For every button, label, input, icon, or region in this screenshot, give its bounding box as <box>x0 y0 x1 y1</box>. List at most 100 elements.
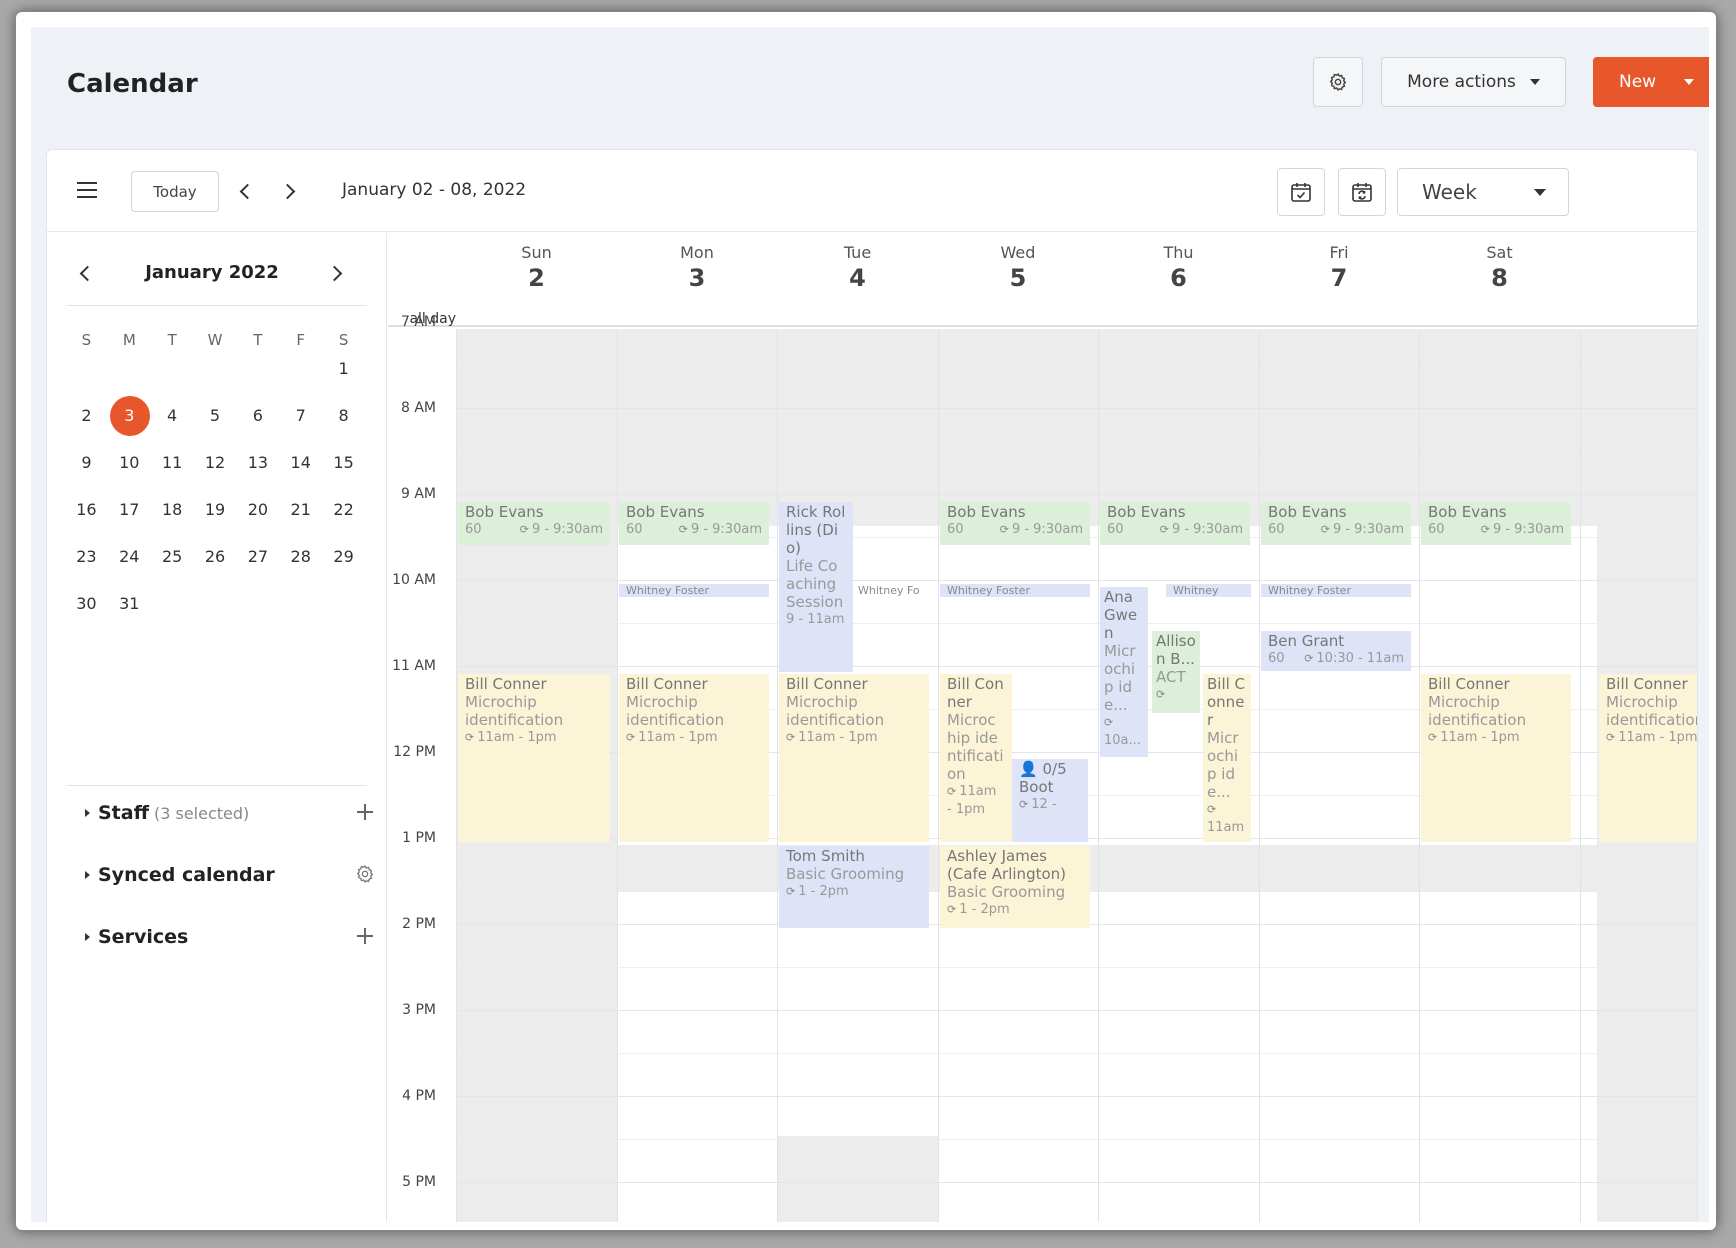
next-week-button[interactable] <box>277 180 297 202</box>
mini-calendar-day[interactable]: 26 <box>194 537 237 577</box>
new-button[interactable]: New <box>1593 57 1709 107</box>
event-bob-evans[interactable]: Bob Evans 60 ⟳ 9 - 9:30am <box>1100 502 1250 545</box>
event-bill-conner[interactable]: Bill Conner Microchip identification ⟳ 11… <box>779 674 929 842</box>
mini-calendar-day[interactable]: 19 <box>194 490 237 530</box>
mini-calendar-day[interactable]: 23 <box>65 537 108 577</box>
event-whitney-foster[interactable]: Whitney Foster <box>1166 584 1251 597</box>
sync-icon: ⟳ <box>1606 731 1616 744</box>
mini-calendar-day[interactable]: 22 <box>322 490 365 530</box>
mini-calendar-day[interactable]: 1 <box>322 349 365 389</box>
event-whitney-foster[interactable]: Whitney Foster <box>619 584 769 597</box>
mini-calendar-day[interactable]: 21 <box>279 490 322 530</box>
calendar-panel: Today January 02 - 08, 2022 Week January… <box>46 149 1698 1222</box>
event-bill-conner[interactable]: Bill Conner Microchip identification ⟳ 11… <box>1421 674 1571 842</box>
event-ana-gwen[interactable]: Ana Gwen Microchip ide... ⟳ 10a... <box>1100 587 1148 757</box>
mini-calendar-day[interactable]: 2 <box>65 396 108 436</box>
mini-calendar-title: January 2022 <box>145 262 279 283</box>
event-ashley-james[interactable]: Ashley James (Cafe Arlington) Basic Groo… <box>940 846 1090 928</box>
mini-calendar-day[interactable]: 7 <box>279 396 322 436</box>
mini-calendar-day[interactable]: 17 <box>108 490 151 530</box>
event-time: 11am - 1pm <box>798 730 878 745</box>
add-service-button[interactable] <box>355 926 375 946</box>
event-bill-conner[interactable]: Bill Conner Microchip identification ⟳ 11… <box>458 674 610 842</box>
event-bob-evans[interactable]: Bob Evans 60 ⟳ 9 - 9:30am <box>1261 502 1411 545</box>
mini-calendar-day[interactable]: 3 <box>108 396 151 436</box>
calendar-sync-button[interactable] <box>1338 168 1386 216</box>
mini-calendar-day[interactable]: 25 <box>151 537 194 577</box>
mini-calendar-day[interactable]: 28 <box>279 537 322 577</box>
event-time: 9 - 9:30am <box>690 522 762 537</box>
day-header[interactable]: Mon 3 <box>609 243 786 292</box>
mini-calendar-day[interactable]: 24 <box>108 537 151 577</box>
grid-line <box>456 623 1697 624</box>
day-header[interactable]: Thu 6 <box>1090 243 1267 292</box>
mini-calendar-day[interactable]: 12 <box>194 443 237 483</box>
today-button[interactable]: Today <box>131 171 219 212</box>
event-ben-grant[interactable]: Ben Grant 60 ⟳ 10:30 - 11am <box>1261 631 1411 671</box>
sync-icon: ⟳ <box>1304 652 1314 665</box>
mini-calendar-day[interactable]: 18 <box>151 490 194 530</box>
event-title: Bill Conner <box>465 675 547 693</box>
mini-calendar-day[interactable]: 20 <box>236 490 279 530</box>
mini-calendar-day[interactable]: 29 <box>322 537 365 577</box>
mini-calendar-day[interactable]: 31 <box>108 584 151 624</box>
day-header[interactable]: Fri 7 <box>1251 243 1428 292</box>
mini-calendar-day[interactable]: 30 <box>65 584 108 624</box>
staff-section[interactable]: Staff (3 selected) <box>85 798 375 828</box>
event-rick-rollins[interactable]: Rick Rollins (Dio) Life Coaching Session… <box>779 502 853 672</box>
day-name: Fri <box>1329 243 1349 262</box>
event-whitney-foster[interactable]: Whitney Fo <box>851 584 931 597</box>
event-bill-conner[interactable]: Bill Conner Microchip ide... ⟳ 11am ... <box>1203 674 1251 842</box>
menu-icon[interactable] <box>77 182 97 198</box>
event-bill-conner[interactable]: Bill Conner Microchip identification ⟳ 11… <box>940 674 1012 842</box>
mini-calendar-day[interactable]: 27 <box>236 537 279 577</box>
event-time: 9 - 11am <box>786 612 845 627</box>
event-bob-evans[interactable]: Bob Evans 60 ⟳ 9 - 9:30am <box>940 502 1090 545</box>
next-month-button[interactable] <box>324 262 344 284</box>
event-tom-smith[interactable]: Tom Smith Basic Grooming ⟳ 1 - 2pm <box>779 846 929 928</box>
section-title: Services <box>98 926 189 948</box>
day-header[interactable]: Sat 8 <box>1411 243 1588 292</box>
all-day-row[interactable] <box>388 301 1697 327</box>
mini-calendar-day[interactable]: 10 <box>108 443 151 483</box>
week-body[interactable]: Bob Evans 60 ⟳ 9 - 9:30am Bob Evans 60 ⟳ 9 -… <box>456 329 1697 1222</box>
event-time: 9 - 9:30am <box>1332 522 1404 537</box>
synced-calendar-section[interactable]: Synced calendar <box>85 860 375 890</box>
add-staff-button[interactable] <box>355 802 375 822</box>
mini-calendar-day[interactable]: 6 <box>236 396 279 436</box>
settings-button[interactable] <box>1313 57 1363 107</box>
mini-calendar-day[interactable]: 8 <box>322 396 365 436</box>
mini-calendar-day[interactable]: 15 <box>322 443 365 483</box>
more-actions-button[interactable]: More actions <box>1381 57 1566 107</box>
event-duration: 60 <box>465 522 482 537</box>
services-section[interactable]: Services <box>85 922 375 952</box>
event-bob-evans[interactable]: Bob Evans 60 ⟳ 9 - 9:30am <box>458 502 610 545</box>
mini-calendar-day[interactable]: 5 <box>194 396 237 436</box>
calendar-check-button[interactable] <box>1277 168 1325 216</box>
event-bob-evans[interactable]: Bob Evans 60 ⟳ 9 - 9:30am <box>1421 502 1571 545</box>
day-header[interactable]: Tue 4 <box>769 243 946 292</box>
grid-line <box>456 1096 1697 1097</box>
event-bob-evans[interactable]: Bob Evans 60 ⟳ 9 - 9:30am <box>619 502 769 545</box>
date-range-title: January 02 - 08, 2022 <box>342 180 527 200</box>
column-divider <box>456 329 457 1222</box>
event-bill-conner[interactable]: Bill Conner Microchip identification ⟳ 11… <box>619 674 769 842</box>
mini-calendar-day[interactable]: 9 <box>65 443 108 483</box>
day-header[interactable]: Sun 2 <box>448 243 625 292</box>
caret-down-icon[interactable] <box>1684 79 1695 85</box>
view-select[interactable]: Week <box>1397 168 1569 216</box>
event-allison[interactable]: Allison B... ACT ⟳ <box>1152 631 1200 713</box>
synced-calendar-settings-button[interactable] <box>355 864 375 884</box>
event-duration: 60 <box>1107 522 1124 537</box>
mini-calendar-day[interactable]: 14 <box>279 443 322 483</box>
event-boot-group[interactable]: 👤 0/5 Boot ⟳ 12 - <box>1012 759 1088 842</box>
mini-calendar-day[interactable]: 16 <box>65 490 108 530</box>
mini-calendar-day[interactable]: 13 <box>236 443 279 483</box>
previous-week-button[interactable] <box>237 180 257 202</box>
event-whitney-foster[interactable]: Whitney Foster <box>940 584 1090 597</box>
mini-calendar-day[interactable]: 11 <box>151 443 194 483</box>
event-bill-conner[interactable]: Bill Conner Microchip identification ⟳ 11… <box>1599 674 1697 842</box>
mini-calendar-day[interactable]: 4 <box>151 396 194 436</box>
event-whitney-foster[interactable]: Whitney Foster <box>1261 584 1411 597</box>
day-header[interactable]: Wed 5 <box>930 243 1107 292</box>
